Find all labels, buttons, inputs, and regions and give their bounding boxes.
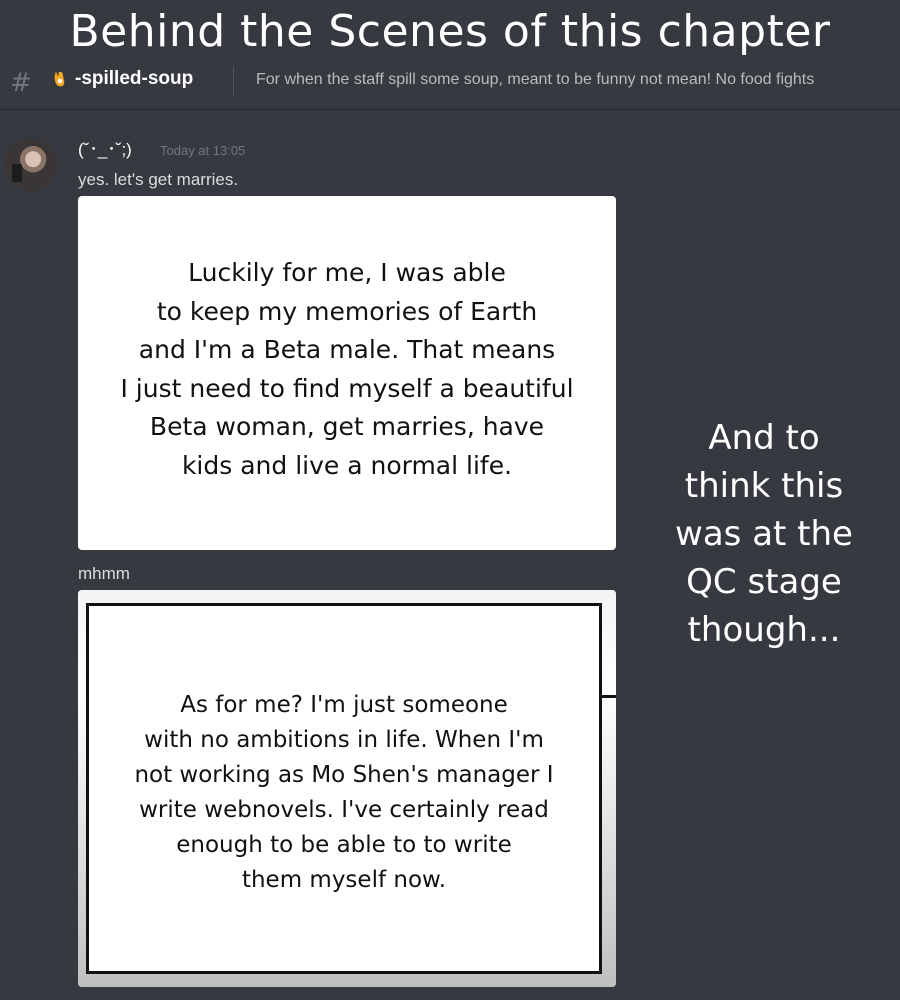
page-title: Behind the Scenes of this chapter	[69, 6, 831, 57]
message-text: yes. let's get marries.	[78, 170, 239, 189]
header-divider	[233, 66, 234, 96]
message-timestamp: Today at 13:05	[160, 143, 246, 158]
soup-icon	[54, 71, 65, 87]
avatar-phone-detail	[12, 164, 22, 182]
attachment-caption: Luckily for me, I was able to keep my me…	[120, 258, 574, 480]
comic-panel-border-line	[602, 695, 616, 698]
channel-topic: For when the staff spill some soup, mean…	[256, 71, 815, 88]
image-attachment[interactable]: As for me? I'm just someone with no ambi…	[78, 590, 616, 987]
channel-header: # -spilled-soup For when the staff spill…	[0, 60, 900, 110]
side-note-caption: And to think this was at the QC stage th…	[675, 418, 853, 650]
message-username[interactable]: (˘･_･˘;)	[78, 139, 132, 161]
channel-name[interactable]: -spilled-soup	[75, 67, 193, 91]
hashtag-icon: #	[10, 68, 32, 98]
message-text: mhmm	[78, 564, 130, 583]
avatar[interactable]	[4, 138, 57, 191]
attachment-caption: As for me? I'm just someone with no ambi…	[134, 692, 554, 893]
image-attachment[interactable]: Luckily for me, I was able to keep my me…	[78, 196, 616, 550]
